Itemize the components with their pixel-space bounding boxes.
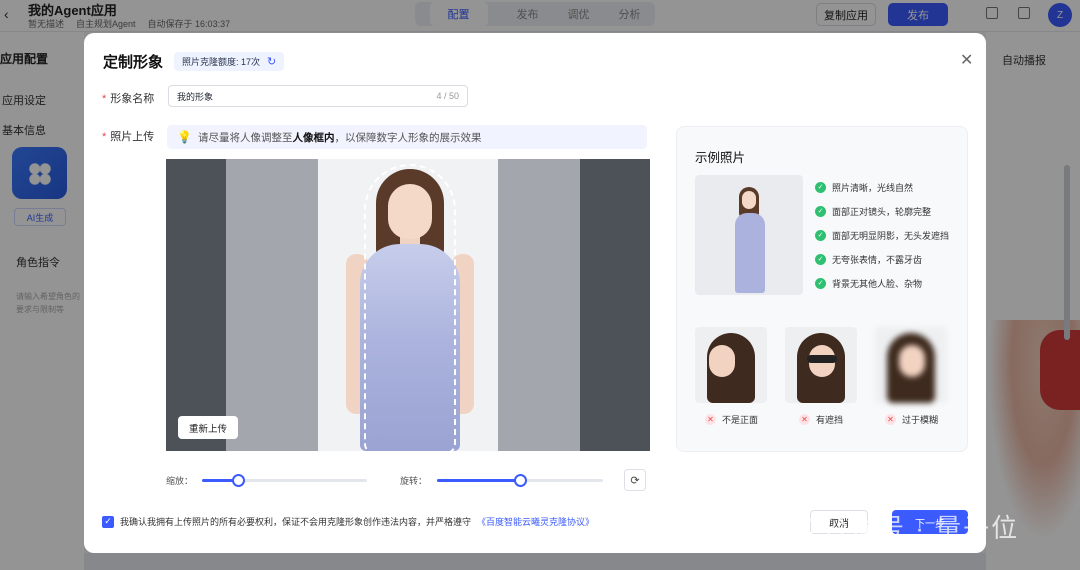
good-sample-photo: [695, 175, 803, 295]
watermark: 公众号 · 量子位: [780, 508, 1019, 545]
bad-label-side: ✕ 不是正面: [705, 413, 758, 426]
check-icon: ✓: [815, 205, 826, 217]
list-item: ✓ 面部正对镜头，轮廓完整: [815, 199, 949, 223]
check-icon: ✓: [815, 277, 826, 289]
agreement-text: 我确认我拥有上传照片的所有必要权利，保证不会用克隆形象创作违法内容，并严格遵守: [120, 517, 472, 527]
zoom-label: 缩放：: [166, 476, 194, 486]
agreement-link[interactable]: 《百度智能云曦灵克隆协议》: [477, 515, 594, 528]
agreement-row: ✓ 我确认我拥有上传照片的所有必要权利，保证不会用克隆形象创作违法内容，并严格遵…: [102, 515, 594, 528]
portrait-frame-guide: [364, 164, 456, 451]
avatar-name-input[interactable]: 我的形象 4 / 50: [168, 85, 468, 107]
list-item: ✓ 背景无其他人脸、杂物: [815, 271, 949, 295]
list-item: ✓ 无夸张表情，不露牙齿: [815, 247, 949, 271]
bad-label-blurry: ✕ 过于模糊: [885, 413, 938, 426]
refresh-icon[interactable]: ↻: [267, 55, 276, 68]
avatar-name-value[interactable]: 我的形象: [177, 90, 213, 103]
rotate-slider-handle[interactable]: [514, 474, 527, 487]
check-icon: ✓: [815, 181, 826, 193]
custom-avatar-dialog: 定制形象 照片克隆额度: 17次 ↻ ✕ * 形象名称 我的形象 4 / 50 *…: [84, 33, 986, 553]
sunglasses-icon: [807, 355, 837, 363]
rotate-icon[interactable]: ⟳: [624, 469, 646, 491]
close-icon[interactable]: ✕: [960, 50, 973, 70]
bad-sample-covered: [785, 327, 857, 403]
x-icon: ✕: [705, 414, 716, 425]
dialog-title: 定制形象: [103, 54, 164, 71]
list-item: ✓ 照片清晰，光线自然: [815, 175, 949, 199]
rotate-label: 旋转：: [400, 476, 428, 486]
sample-photo-panel: 示例照片 ✓ 照片清晰，光线自然 ✓ 面部正对镜头，轮廓完整 ✓ 面部无明显阴影，无头…: [676, 126, 968, 452]
x-icon: ✕: [799, 414, 810, 425]
quota-badge: 照片克隆额度: 17次 ↻: [174, 52, 285, 71]
agreement-checkbox[interactable]: ✓: [102, 515, 114, 528]
bad-sample-blurry: [875, 327, 947, 403]
wechat-icon: [780, 513, 814, 540]
photo-crop-area[interactable]: 重新上传: [166, 159, 650, 451]
zoom-slider[interactable]: [202, 474, 367, 487]
check-icon: ✓: [815, 229, 826, 241]
bad-sample-side: [695, 327, 767, 403]
name-field-label: * 形象名称: [102, 93, 155, 105]
bad-label-covered: ✕ 有遮挡: [799, 413, 843, 426]
upload-tip: 💡 请尽量将人像调整至人像框内，以保障数字人形象的展示效果: [167, 125, 647, 149]
requirement-list: ✓ 照片清晰，光线自然 ✓ 面部正对镜头，轮廓完整 ✓ 面部无明显阴影，无头发遮挡 ✓…: [815, 175, 949, 295]
tip-text: 请尽量将人像调整至人像框内，以保障数字人形象的展示效果: [197, 131, 482, 144]
upload-field-label: * 照片上传: [102, 131, 155, 143]
zoom-slider-handle[interactable]: [232, 474, 246, 487]
lightbulb-icon: 💡: [177, 130, 192, 144]
list-item: ✓ 面部无明显阴影，无头发遮挡: [815, 223, 949, 247]
sample-title: 示例照片: [695, 151, 746, 165]
rotate-slider[interactable]: [437, 474, 603, 487]
check-icon: ✓: [815, 253, 826, 265]
quota-text: 照片克隆额度: 17次: [182, 57, 261, 67]
x-icon: ✕: [885, 414, 896, 425]
char-counter: 4 / 50: [436, 91, 459, 101]
reupload-button[interactable]: 重新上传: [178, 416, 238, 439]
